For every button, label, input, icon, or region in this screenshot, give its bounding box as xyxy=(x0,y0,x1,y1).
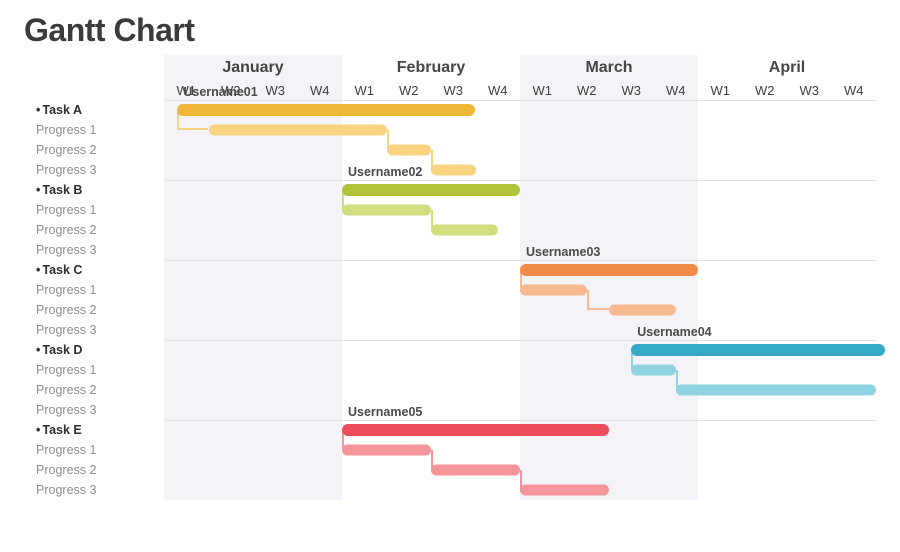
week-header: W3 xyxy=(787,81,832,100)
page-title: Gantt Chart xyxy=(24,12,876,49)
month-march: March xyxy=(520,55,698,81)
task-bar-main[interactable] xyxy=(177,104,475,116)
progress-label: Progress 2 xyxy=(24,383,164,397)
week-header: W2 xyxy=(387,81,432,100)
task-label: Task B xyxy=(24,183,164,197)
progress-bar[interactable] xyxy=(387,145,432,156)
task-bar-main[interactable] xyxy=(631,344,885,356)
week-header: W4 xyxy=(476,81,521,100)
owner-label: Username01 xyxy=(183,85,257,99)
progress-bar[interactable] xyxy=(342,205,431,216)
month-april: April xyxy=(698,55,876,81)
owner-label: Username03 xyxy=(526,245,600,259)
progress-label: Progress 3 xyxy=(24,243,164,257)
progress-bar[interactable] xyxy=(520,285,587,296)
progress-bar[interactable] xyxy=(431,465,520,476)
gantt-chart: JanuaryFebruaryMarchAprilW1W2W3W4W1W2W3W… xyxy=(24,55,876,500)
owner-label: Username02 xyxy=(348,165,422,179)
owner-label: Username04 xyxy=(637,325,711,339)
progress-bar[interactable] xyxy=(676,385,876,396)
progress-label: Progress 3 xyxy=(24,323,164,337)
progress-bar[interactable] xyxy=(520,485,609,496)
week-header: W4 xyxy=(832,81,877,100)
week-header: W3 xyxy=(431,81,476,100)
progress-bar[interactable] xyxy=(342,445,431,456)
progress-label: Progress 3 xyxy=(24,403,164,417)
task-label: Task C xyxy=(24,263,164,277)
progress-label: Progress 1 xyxy=(24,443,164,457)
progress-label: Progress 2 xyxy=(24,223,164,237)
progress-bar[interactable] xyxy=(609,305,676,316)
progress-bar[interactable] xyxy=(209,125,387,136)
progress-label: Progress 1 xyxy=(24,203,164,217)
task-bar-main[interactable] xyxy=(342,184,520,196)
week-header: W1 xyxy=(342,81,387,100)
task-label: Task D xyxy=(24,343,164,357)
progress-label: Progress 1 xyxy=(24,363,164,377)
progress-label: Progress 1 xyxy=(24,123,164,137)
week-header: W2 xyxy=(743,81,788,100)
progress-bar[interactable] xyxy=(631,365,676,376)
week-header: W4 xyxy=(298,81,343,100)
progress-label: Progress 3 xyxy=(24,163,164,177)
progress-label: Progress 2 xyxy=(24,303,164,317)
week-header: W3 xyxy=(609,81,654,100)
progress-bar[interactable] xyxy=(431,165,476,176)
week-header: W4 xyxy=(654,81,699,100)
week-header: W2 xyxy=(565,81,610,100)
task-label: Task E xyxy=(24,423,164,437)
task-bar-main[interactable] xyxy=(520,264,698,276)
week-header: W1 xyxy=(520,81,565,100)
progress-bar[interactable] xyxy=(431,225,498,236)
progress-label: Progress 2 xyxy=(24,463,164,477)
week-header: W1 xyxy=(698,81,743,100)
progress-label: Progress 1 xyxy=(24,283,164,297)
month-february: February xyxy=(342,55,520,81)
progress-label: Progress 2 xyxy=(24,143,164,157)
month-january: January xyxy=(164,55,342,81)
week-header: W3 xyxy=(253,81,298,100)
task-label: Task A xyxy=(24,103,164,117)
task-bar-main[interactable] xyxy=(342,424,609,436)
progress-label: Progress 3 xyxy=(24,483,164,497)
owner-label: Username05 xyxy=(348,405,422,419)
